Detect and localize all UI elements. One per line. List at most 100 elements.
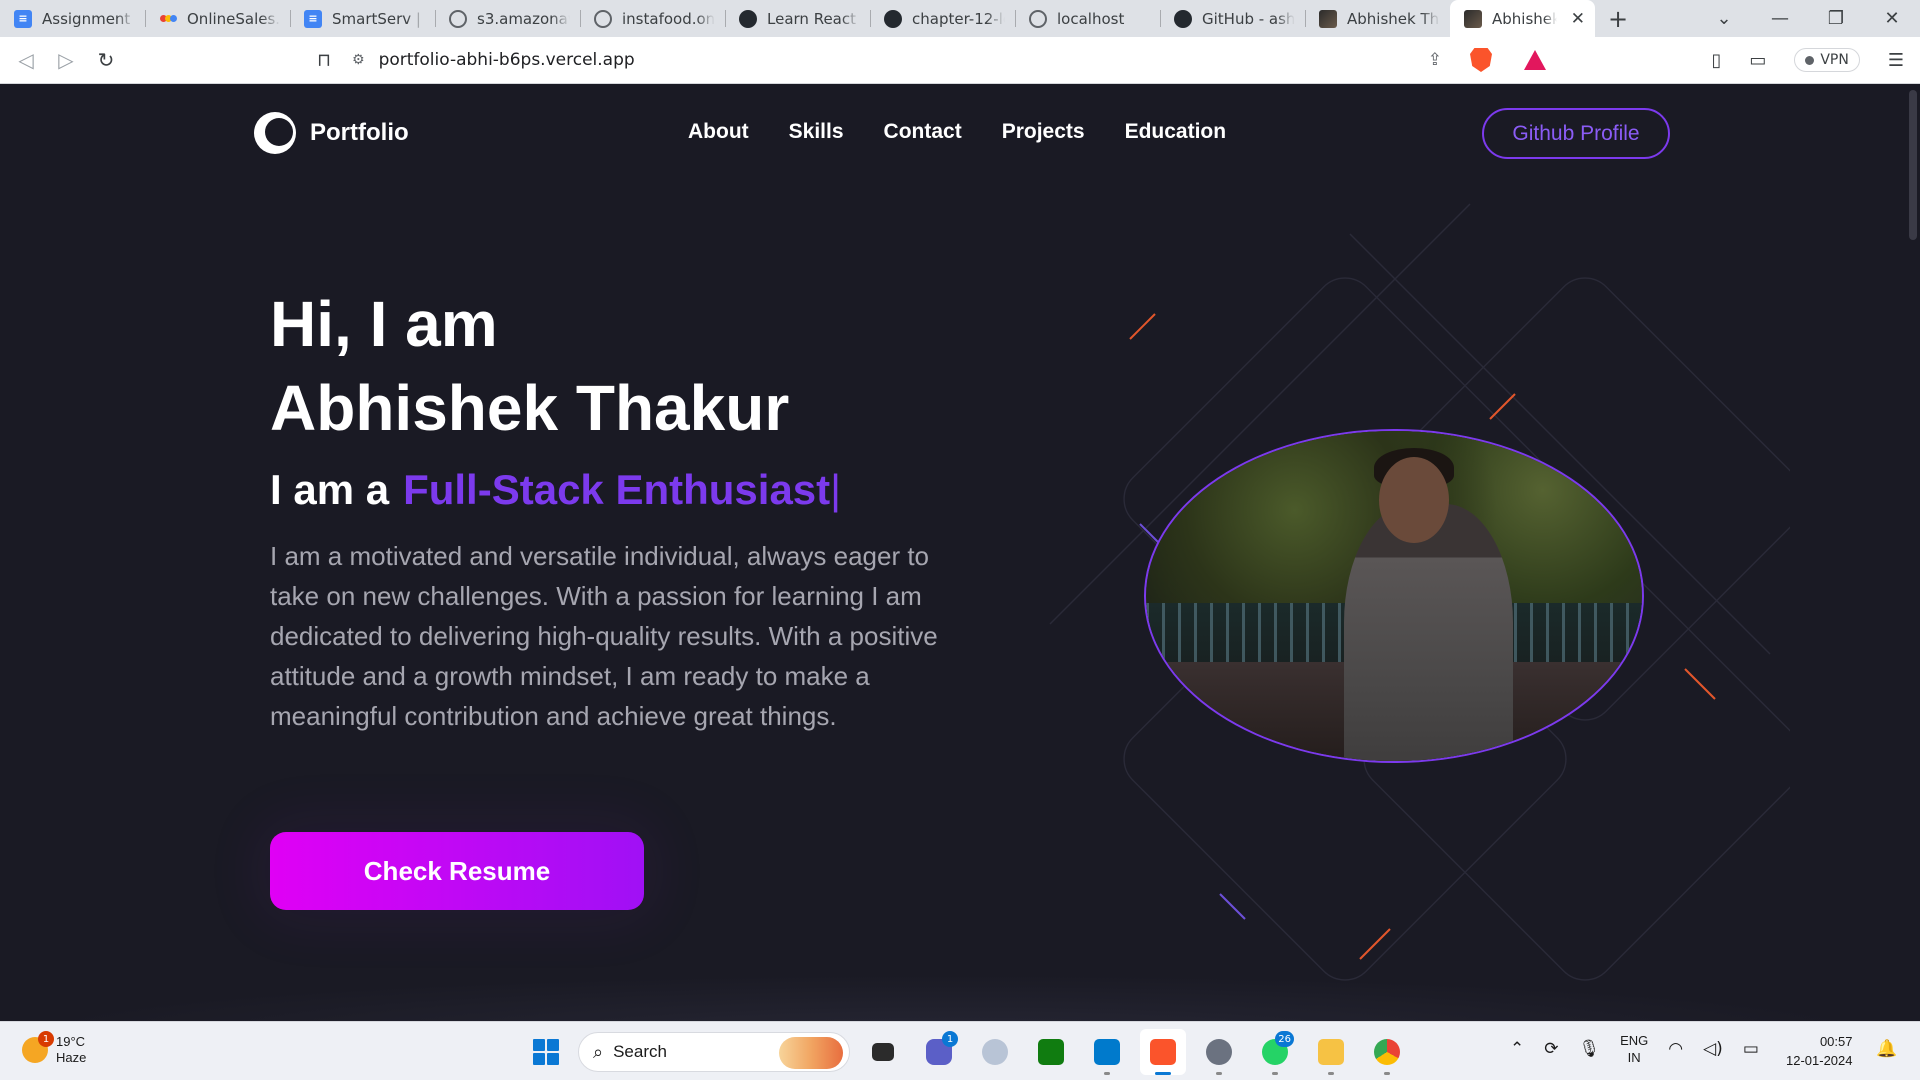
taskbar-search[interactable]: ⌕ Search xyxy=(578,1032,850,1072)
browser-tab[interactable]: GitHub - ashis xyxy=(1160,0,1305,37)
folder-icon xyxy=(1318,1039,1344,1065)
logo-text: Portfolio xyxy=(310,119,409,146)
nav-skills[interactable]: Skills xyxy=(789,120,844,144)
tab-label: chapter-12-let xyxy=(912,9,1005,28)
close-icon: ✕ xyxy=(1884,8,1900,29)
tab-search-button[interactable]: ⌄ xyxy=(1696,0,1752,37)
lang-top: ENG xyxy=(1620,1033,1649,1048)
browser-tab[interactable]: ≡ SmartServ | Co xyxy=(290,0,435,37)
brave-app[interactable] xyxy=(1140,1029,1186,1075)
address-bar[interactable]: ⚙ portfolio-abhi-b6ps.vercel.app ⇪ xyxy=(342,42,1572,78)
portfolio-page: Portfolio About Skills Contact Projects … xyxy=(0,84,1920,1021)
brave-rewards-icon[interactable] xyxy=(1524,50,1546,70)
brave-shields-icon[interactable] xyxy=(1470,48,1492,72)
whatsapp-app[interactable]: 26 xyxy=(1252,1029,1298,1075)
weather-widget[interactable]: 1 19°C Haze xyxy=(22,1031,86,1066)
tab-label: s3.amazonaws xyxy=(477,9,570,28)
nav-projects[interactable]: Projects xyxy=(1002,120,1085,144)
notification-bell-icon[interactable]: 🔔 xyxy=(1876,1039,1897,1059)
tab-label: Learn React W xyxy=(767,9,860,28)
check-resume-button[interactable]: Check Resume xyxy=(270,832,644,910)
start-button[interactable] xyxy=(524,1030,568,1074)
photo-icon xyxy=(1319,9,1337,28)
nav-contact[interactable]: Contact xyxy=(884,120,962,144)
share-icon[interactable]: ⇪ xyxy=(1428,50,1442,70)
bookmark-button[interactable]: ⊓ xyxy=(306,50,342,71)
nav-education[interactable]: Education xyxy=(1125,120,1227,144)
search-highlight-art xyxy=(779,1037,843,1069)
nav-about[interactable]: About xyxy=(688,120,749,144)
clock[interactable]: 00:57 12-01-2024 xyxy=(1786,1032,1853,1070)
tab-label: SmartServ | Co xyxy=(332,9,425,28)
browser-tab[interactable]: OnlineSales.ai xyxy=(145,0,290,37)
file-explorer-app[interactable] xyxy=(1308,1029,1354,1075)
close-window-button[interactable]: ✕ xyxy=(1864,0,1920,37)
vpn-status-icon xyxy=(1805,55,1815,65)
browser-tab[interactable]: ≡ Assignment - C xyxy=(0,0,145,37)
browser-tab[interactable]: Abhishek Thak xyxy=(1305,0,1450,37)
role-prefix: I am a xyxy=(270,466,390,513)
main-nav: About Skills Contact Projects Education xyxy=(688,120,1226,144)
site-info-icon[interactable]: ⚙ xyxy=(352,52,365,68)
new-tab-button[interactable]: + xyxy=(1595,0,1641,37)
hero-description: I am a motivated and versatile individua… xyxy=(270,541,938,731)
vpn-label: VPN xyxy=(1820,52,1849,68)
xbox-app[interactable] xyxy=(1028,1029,1074,1075)
vpn-button[interactable]: VPN xyxy=(1794,48,1860,72)
typing-cursor: | xyxy=(830,466,842,513)
role-typed-text: Full-Stack Enthusiast xyxy=(403,466,831,513)
system-tray: ⌃ ⟳ 🎙 ENG IN ◠ ◁) ▭ xyxy=(1510,1032,1759,1066)
section-divider-glow xyxy=(0,974,1905,1021)
site-logo[interactable]: Portfolio xyxy=(254,112,409,154)
browser-tab[interactable]: s3.amazonaws xyxy=(435,0,580,37)
generic-app[interactable] xyxy=(972,1029,1018,1075)
browser-tab-active[interactable]: Abhishek ✕ xyxy=(1450,0,1595,37)
browser-tab[interactable]: Learn React W xyxy=(725,0,870,37)
tab-label: Abhishek Thak xyxy=(1347,9,1440,28)
globe-icon xyxy=(1029,9,1047,28)
wifi-icon[interactable]: ◠ xyxy=(1668,1039,1683,1059)
forward-button[interactable]: ▷ xyxy=(46,40,86,80)
teams-badge: 1 xyxy=(942,1031,958,1047)
task-view-app[interactable] xyxy=(860,1029,906,1075)
minimize-button[interactable]: — xyxy=(1752,0,1808,37)
weather-temp: 19°C xyxy=(56,1034,86,1049)
chrome-icon xyxy=(1374,1039,1400,1065)
battery-icon[interactable]: ▭ xyxy=(1743,1039,1759,1059)
github-profile-button[interactable]: Github Profile xyxy=(1482,108,1670,159)
onlinesales-icon xyxy=(159,10,177,28)
teams-chat-app[interactable]: 1 xyxy=(916,1029,962,1075)
forward-arrow-icon: ▷ xyxy=(58,48,74,72)
back-button[interactable]: ◁ xyxy=(6,40,46,80)
vscode-app[interactable] xyxy=(1084,1029,1130,1075)
minimize-icon: — xyxy=(1771,8,1789,29)
chevron-up-icon[interactable]: ⌃ xyxy=(1510,1039,1524,1059)
google-docs-icon: ≡ xyxy=(14,9,32,28)
language-indicator[interactable]: ENG IN xyxy=(1620,1032,1648,1066)
tab-label: GitHub - ashis xyxy=(1202,9,1295,28)
menu-icon[interactable]: ☰ xyxy=(1888,50,1904,71)
xbox-icon xyxy=(1038,1039,1064,1065)
vscode-icon xyxy=(1094,1039,1120,1065)
wallet-icon[interactable]: ▭ xyxy=(1749,50,1766,71)
browser-tab[interactable]: instafood.onre xyxy=(580,0,725,37)
close-tab-icon[interactable]: ✕ xyxy=(1571,9,1585,29)
sidebar-icon[interactable]: ▯ xyxy=(1711,50,1721,71)
volume-icon[interactable]: ◁) xyxy=(1703,1039,1723,1059)
page-scrollbar[interactable] xyxy=(1905,84,1920,1021)
settings-app[interactable] xyxy=(1196,1029,1242,1075)
site-header: Portfolio About Skills Contact Projects … xyxy=(0,84,1905,184)
browser-tab-strip: ≡ Assignment - C OnlineSales.ai ≡ SmartS… xyxy=(0,0,1920,37)
chrome-app[interactable] xyxy=(1364,1029,1410,1075)
search-placeholder: Search xyxy=(613,1042,667,1061)
scrollbar-thumb[interactable] xyxy=(1909,90,1917,240)
restore-button[interactable]: ❐ xyxy=(1808,0,1864,37)
clock-date: 12-01-2024 xyxy=(1786,1053,1853,1068)
chevron-down-icon: ⌄ xyxy=(1716,8,1732,29)
reload-button[interactable]: ↻ xyxy=(86,40,126,80)
sync-icon[interactable]: ⟳ xyxy=(1544,1039,1558,1059)
microphone-icon[interactable]: 🎙 xyxy=(1579,1039,1601,1059)
url-text[interactable]: portfolio-abhi-b6ps.vercel.app xyxy=(379,50,1414,70)
browser-tab[interactable]: localhost xyxy=(1015,0,1160,37)
browser-tab[interactable]: chapter-12-let xyxy=(870,0,1015,37)
